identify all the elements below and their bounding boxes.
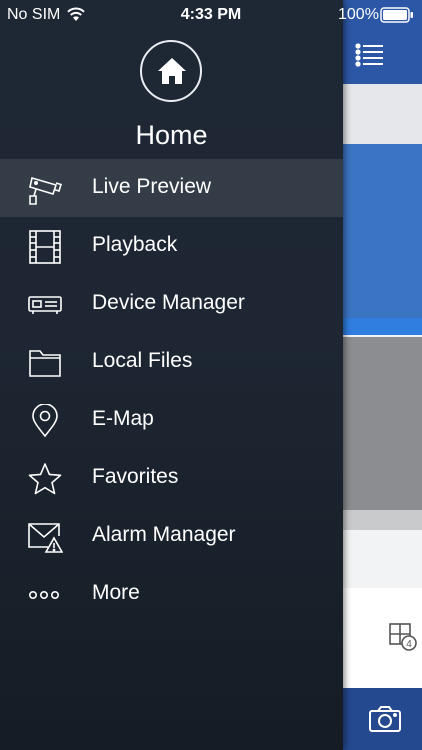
folder-icon (29, 350, 61, 377)
menu-label: Favorites (92, 465, 179, 488)
battery-icon (380, 7, 413, 23)
map-pin-icon (32, 404, 58, 438)
menu-label: Live Preview (92, 175, 212, 198)
menu-item-favorites[interactable]: Favorites (0, 449, 343, 507)
grid-badge: 4 (406, 639, 412, 650)
app-gap (343, 530, 422, 588)
menu-item-playback[interactable]: Playback (0, 217, 343, 275)
menu-item-device-manager[interactable]: Device Manager (0, 275, 343, 333)
dvr-icon (28, 296, 62, 314)
menu-label: Local Files (92, 349, 193, 372)
grid-4-icon[interactable]: 4 (388, 622, 418, 652)
drawer-title: Home (135, 120, 208, 150)
list-icon[interactable] (355, 42, 385, 68)
more-dots-icon (28, 591, 59, 600)
video-tile-footer (343, 510, 422, 530)
film-icon (29, 230, 61, 264)
menu-item-more[interactable]: More (0, 565, 343, 623)
menu-item-alarm-manager[interactable]: Alarm Manager (0, 507, 343, 565)
side-drawer: Home Live Preview Playback Device Manage… (0, 0, 343, 750)
camera-icon[interactable] (368, 704, 402, 734)
menu-label: More (92, 581, 140, 604)
menu-item-local-files[interactable]: Local Files (0, 333, 343, 391)
menu-label: E-Map (92, 407, 154, 430)
camera-cctv-icon (29, 176, 63, 205)
menu-item-live-preview[interactable]: Live Preview (0, 159, 343, 217)
menu-label: Playback (92, 233, 178, 256)
video-tile-divider (343, 318, 422, 335)
status-bar: No SIM 4:33 PM 100% (0, 0, 422, 30)
alarm-envelope-icon (28, 523, 63, 553)
video-tile[interactable] (343, 337, 422, 510)
app-band (343, 84, 422, 144)
menu-label: Device Manager (92, 291, 245, 314)
video-tile-selected[interactable] (343, 144, 422, 318)
star-icon (28, 463, 62, 495)
home-icon (158, 58, 186, 84)
menu-label: Alarm Manager (92, 523, 236, 546)
home-button[interactable] (140, 40, 202, 102)
battery-percent: 100% (338, 6, 379, 23)
menu-item-e-map[interactable]: E-Map (0, 391, 343, 449)
